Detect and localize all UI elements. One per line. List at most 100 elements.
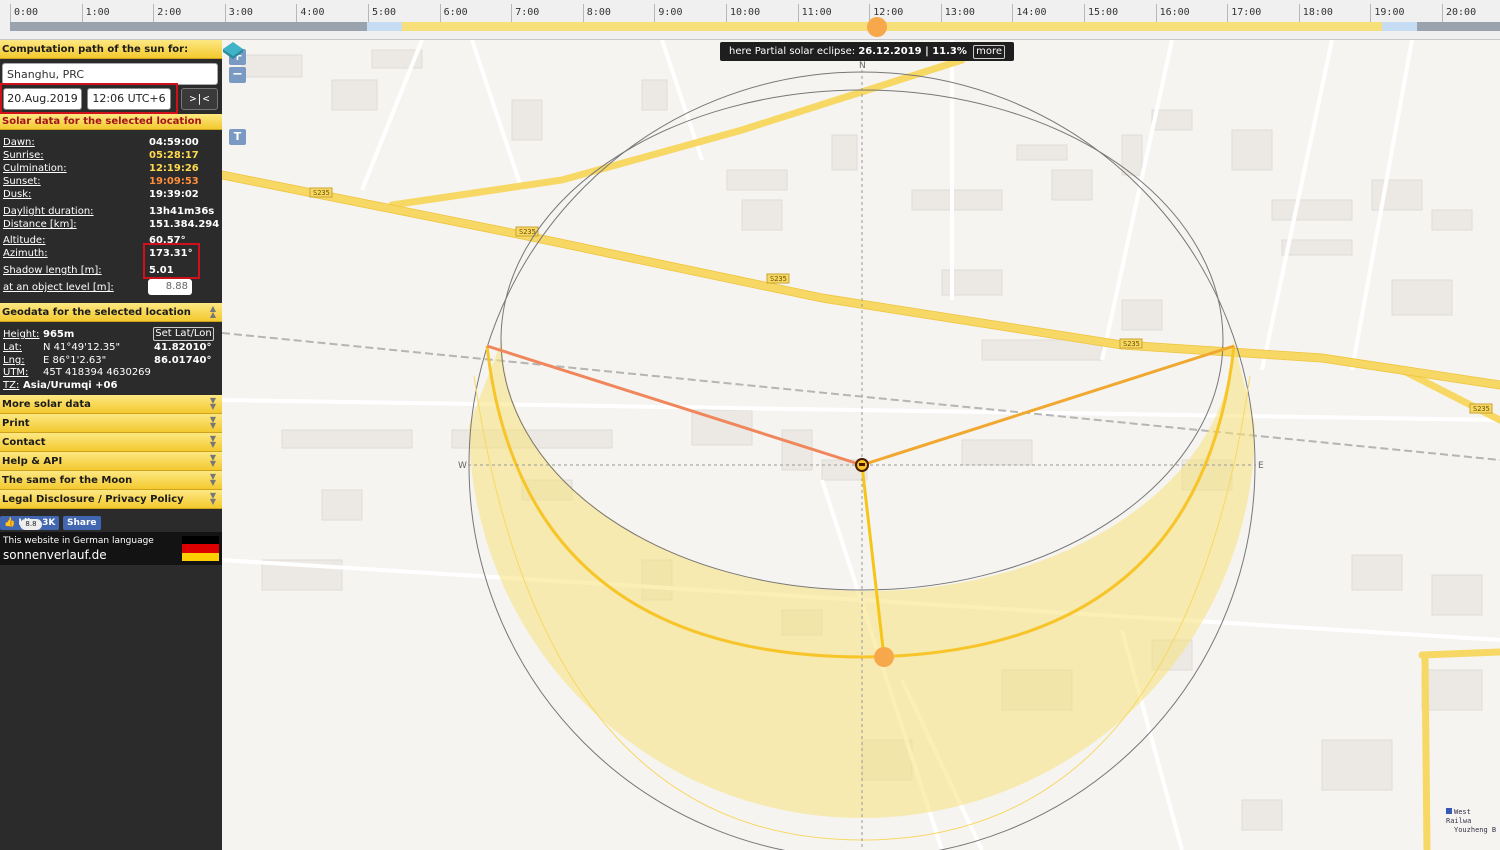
hour-tick: 4:00 [296, 4, 324, 22]
set-latlon-button[interactable]: Set Lat/Lon [153, 327, 214, 341]
hour-tick: 0:00 [10, 4, 38, 22]
hour-tick: 13:00 [940, 4, 975, 22]
solar-data-header-label: Solar data for the selected location [2, 116, 202, 127]
hour-tick: 7:00 [511, 4, 539, 22]
menu-print[interactable]: Print ▼ ▼ [0, 414, 222, 433]
hour-tick: 11:00 [797, 4, 832, 22]
daylight-segment [402, 22, 1382, 31]
tz-label[interactable]: TZ: [3, 379, 19, 392]
hour-tick: 17:00 [1227, 4, 1261, 22]
lat-label[interactable]: Lat: [3, 341, 22, 354]
object-level-input[interactable]: 8.88 [148, 279, 192, 295]
menu-more-solar-data[interactable]: More solar data ▼ ▼ [0, 395, 222, 414]
computation-header-label: Computation path of the sun for: [2, 44, 189, 55]
daylight-label[interactable]: Daylight duration: [3, 205, 94, 218]
location-input[interactable] [2, 63, 218, 85]
eclipse-more-button[interactable]: more [973, 45, 1005, 59]
menu-print-label: Print [2, 418, 30, 429]
collapse-icon: ▲ ▲ [209, 304, 217, 319]
lat-dms: N 41°49'12.35" [43, 342, 121, 353]
distance-row: Distance [km]: 151.384.294 [3, 218, 219, 231]
east-label: E [1258, 461, 1264, 471]
azimuth-label[interactable]: Azimuth: [3, 247, 48, 260]
culmination-value: 12:19:26 [149, 163, 199, 174]
height-value: 965m [43, 329, 75, 340]
road-label: S235 [1473, 405, 1490, 413]
layers-icon[interactable] [222, 40, 244, 62]
object-level-label[interactable]: at an object level [m]: [3, 281, 114, 294]
road-label: S235 [519, 228, 536, 236]
daylight-value: 13h41m36s [149, 206, 215, 217]
culmination-label[interactable]: Culmination: [3, 162, 67, 175]
dusk-segment [1382, 22, 1417, 31]
dawn-label[interactable]: Dawn: [3, 136, 35, 149]
utm-label[interactable]: UTM: [3, 366, 28, 379]
hour-tick: 6:00 [439, 4, 468, 22]
time-track[interactable] [10, 22, 1500, 31]
computation-header: Computation path of the sun for: [0, 40, 222, 59]
road-label: S235 [313, 189, 330, 197]
sunset-value: 19:09:53 [149, 176, 199, 187]
eclipse-banner: here Partial solar eclipse: 26.12.2019 |… [720, 42, 1014, 61]
dawn-value: 04:59:00 [149, 137, 199, 148]
geodata-header-label: Geodata for the selected location [2, 307, 191, 318]
terrain-toggle-button[interactable]: T [229, 129, 246, 145]
expand-icon: ▼ ▼ [209, 396, 217, 411]
poi-icon [1446, 808, 1452, 814]
time-slider[interactable]: 0:00 1:00 2:00 3:00 4:00 5:00 6:00 7:00 8:00 9:00… [0, 0, 1500, 40]
eclipse-date: 26.12.2019 | 11.3% [858, 46, 967, 57]
menu-moon-label: The same for the Moon [2, 475, 133, 486]
railway-line [222, 332, 1500, 461]
sun-position-marker[interactable] [874, 647, 894, 667]
lat-row: Lat: N 41°49'12.35" 41.82010° [3, 341, 217, 354]
facebook-share-button[interactable]: Share [63, 516, 101, 530]
sunrise-label[interactable]: Sunrise: [3, 149, 44, 162]
west-label: W [458, 461, 467, 471]
hour-tick: 3:00 [224, 4, 253, 22]
expand-icon: ▼ ▼ [209, 453, 217, 468]
menu-contact[interactable]: Contact ▼ ▼ [0, 433, 222, 452]
culmination-row: Culmination: 12:19:26 [3, 162, 217, 175]
dawn-row: Dawn: 04:59:00 [3, 136, 217, 149]
menu-legal[interactable]: Legal Disclosure / Privacy Policy ▼ ▼ [0, 490, 222, 509]
german-site-link[interactable]: This website in German language sonnenve… [0, 532, 222, 565]
hour-tick: 2:00 [153, 4, 181, 22]
hour-tick: 9:00 [654, 4, 682, 22]
utm-row: UTM: 45T 418394 4630269 [3, 366, 217, 379]
time-knob[interactable] [867, 17, 887, 37]
time-field[interactable]: 12:06 UTC+6 [87, 88, 171, 110]
german-flag-icon [182, 536, 219, 561]
sunset-row: Sunset: 19:09:53 [3, 175, 217, 188]
date-field[interactable]: 20.Aug.2019 [3, 88, 82, 110]
menu-moon[interactable]: The same for the Moon ▼ ▼ [0, 471, 222, 490]
dusk-label[interactable]: Dusk: [3, 188, 31, 201]
zoom-out-button[interactable]: − [229, 67, 246, 83]
azimuth-highlight [143, 243, 200, 279]
expand-icon: ▼ ▼ [209, 472, 217, 487]
menu-help-api[interactable]: Help & API ▼ ▼ [0, 452, 222, 471]
height-label[interactable]: Height: [3, 328, 39, 341]
now-button[interactable]: >|< [181, 88, 218, 110]
tz-value: Asia/Urumqi +06 [23, 380, 118, 391]
geodata-header[interactable]: Geodata for the selected location ▲ ▲ [0, 303, 222, 322]
hour-tick: 14:00 [1012, 4, 1047, 22]
altitude-label[interactable]: Altitude: [3, 234, 45, 247]
map-canvas[interactable]: S235 S235 S235 S235 S235 N W E [222, 40, 1500, 850]
german-text: This website in German language [3, 536, 154, 546]
hour-tick: 15:00 [1084, 4, 1118, 22]
menu-help-api-label: Help & API [2, 456, 63, 467]
sunset-direction-line [861, 344, 1235, 467]
road-label: S235 [1123, 340, 1140, 348]
distance-label[interactable]: Distance [km]: [3, 218, 77, 231]
lat-decimal: 41.82010° [154, 342, 212, 353]
shadow-label[interactable]: Shadow length [m]: [3, 264, 102, 277]
sunset-label[interactable]: Sunset: [3, 175, 41, 188]
dusk-value: 19:39:02 [149, 189, 199, 200]
location-marker-center [859, 463, 865, 466]
hour-tick: 20:00 [1442, 4, 1476, 22]
dusk-row: Dusk: 19:39:02 [3, 188, 217, 201]
hour-tick: 16:00 [1155, 4, 1190, 22]
solar-data-header[interactable]: Solar data for the selected location [0, 114, 222, 130]
expand-icon: ▼ ▼ [209, 415, 217, 430]
map-view[interactable]: S235 S235 S235 S235 S235 N W E + − T her… [222, 40, 1500, 850]
